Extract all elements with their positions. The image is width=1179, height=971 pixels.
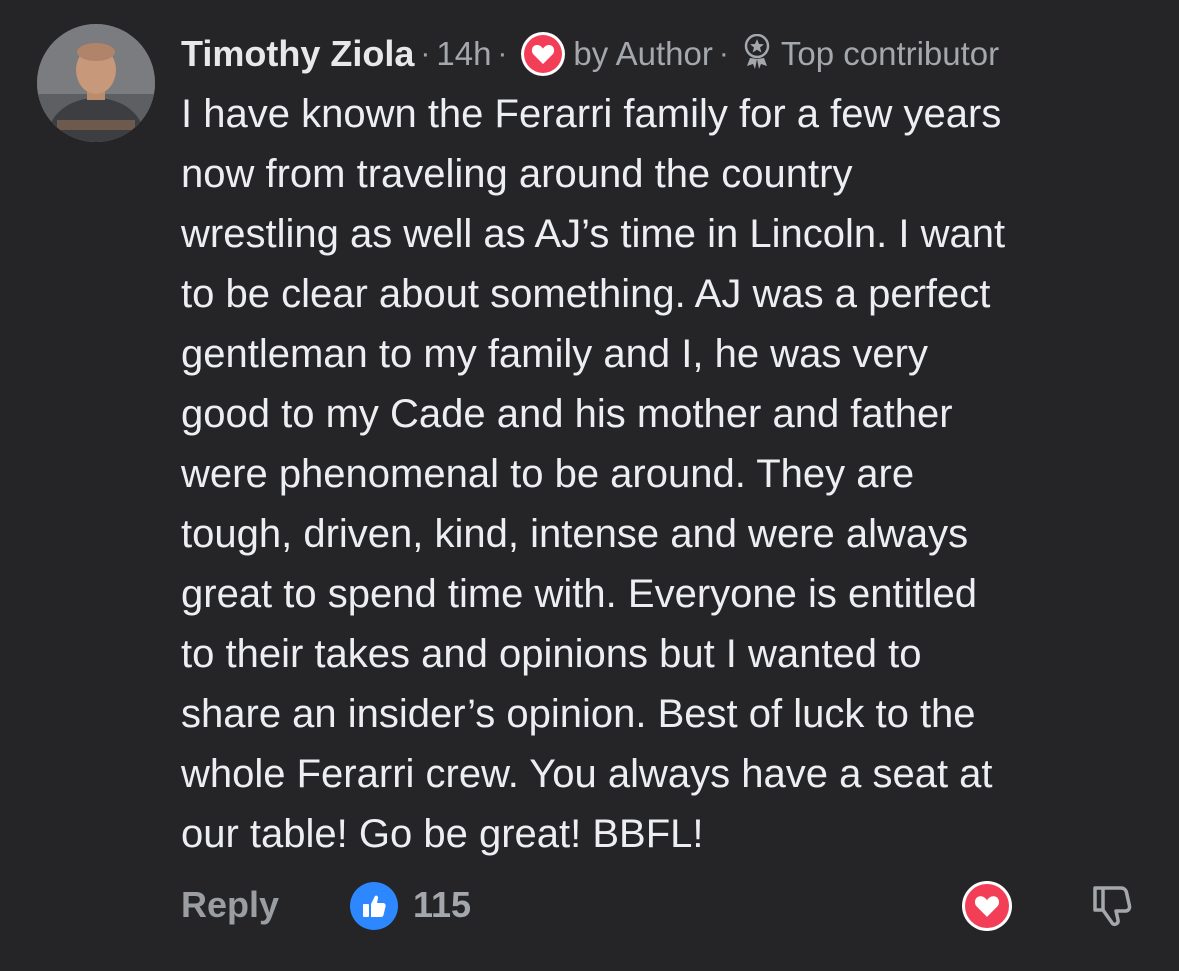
separator: · [718,37,729,70]
heart-icon [521,32,566,76]
top-contributor-label: Top contributor [780,35,1000,72]
like-count[interactable]: 115 [413,884,471,926]
avatar[interactable] [37,24,155,142]
top-contributor-icon [743,33,771,74]
heart-icon [965,884,1009,928]
comment-text: I have known the Ferarri family for a fe… [181,92,1006,856]
separator: · [497,37,508,70]
separator: · [420,37,431,70]
liked-by-author-label: by Author [573,35,713,72]
comment-actions: Reply 115 [181,878,1141,934]
thumbs-down-icon[interactable] [1083,878,1139,934]
author-name[interactable]: Timothy Ziola [181,33,414,75]
reply-button[interactable]: Reply [181,884,279,926]
comment-header: Timothy Ziola · 14h · by Author · Top co… [181,26,1161,82]
heart-react-button[interactable] [962,881,1012,931]
thumbs-up-icon[interactable] [350,882,398,930]
comment-time[interactable]: 14h [436,35,491,73]
